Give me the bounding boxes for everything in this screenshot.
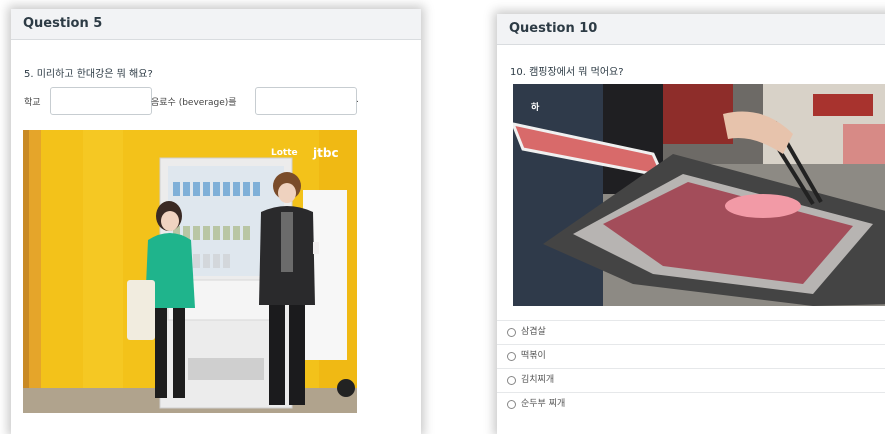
radio-button[interactable] xyxy=(507,328,516,337)
answer-option-1[interactable]: 삼겹살 xyxy=(497,320,885,344)
radio-button[interactable] xyxy=(507,352,516,361)
svg-text:하: 하 xyxy=(531,101,540,113)
label-school: 학교 xyxy=(24,98,41,108)
svg-text:Lotte: Lotte xyxy=(271,148,298,158)
answer-option-3[interactable]: 김치찌개 xyxy=(497,368,885,392)
question-5-header: Question 5 xyxy=(11,9,421,40)
question-10-header: Question 10 xyxy=(497,14,885,45)
answer-label: 떡볶이 xyxy=(521,351,546,361)
answer-list: 삼겹살 떡볶이 김치찌개 순두부 찌개 xyxy=(497,320,885,416)
period: . xyxy=(356,95,359,105)
blank-input-2[interactable] xyxy=(255,87,357,115)
svg-text:jtbc: jtbc xyxy=(312,146,339,160)
question-5-text: 5. 미리하고 한대강은 뭐 해요? xyxy=(24,69,153,80)
question-10-card: Question 10 10. 캠핑장에서 뭐 먹어요? 하 삼겹살 떡볶이 김… xyxy=(497,14,885,434)
answer-option-4[interactable]: 순두부 찌개 xyxy=(497,392,885,416)
answer-label: 순두부 찌개 xyxy=(521,399,566,409)
answer-label: 김치찌개 xyxy=(521,375,555,385)
answer-option-2[interactable]: 떡볶이 xyxy=(497,344,885,368)
answer-label: 삼겹살 xyxy=(521,327,546,337)
question-10-text: 10. 캠핑장에서 뭐 먹어요? xyxy=(510,67,624,78)
blank-input-1[interactable] xyxy=(50,87,152,115)
radio-button[interactable] xyxy=(507,400,516,409)
question-10-image: 하 xyxy=(513,84,885,306)
radio-button[interactable] xyxy=(507,376,516,385)
question-5-card: Question 5 5. 미리하고 한대강은 뭐 해요? 학교 음료수 (be… xyxy=(11,9,421,434)
question-5-image: Lotte jtbc xyxy=(23,130,357,413)
label-beverage: 음료수 (beverage)를 xyxy=(151,98,237,108)
